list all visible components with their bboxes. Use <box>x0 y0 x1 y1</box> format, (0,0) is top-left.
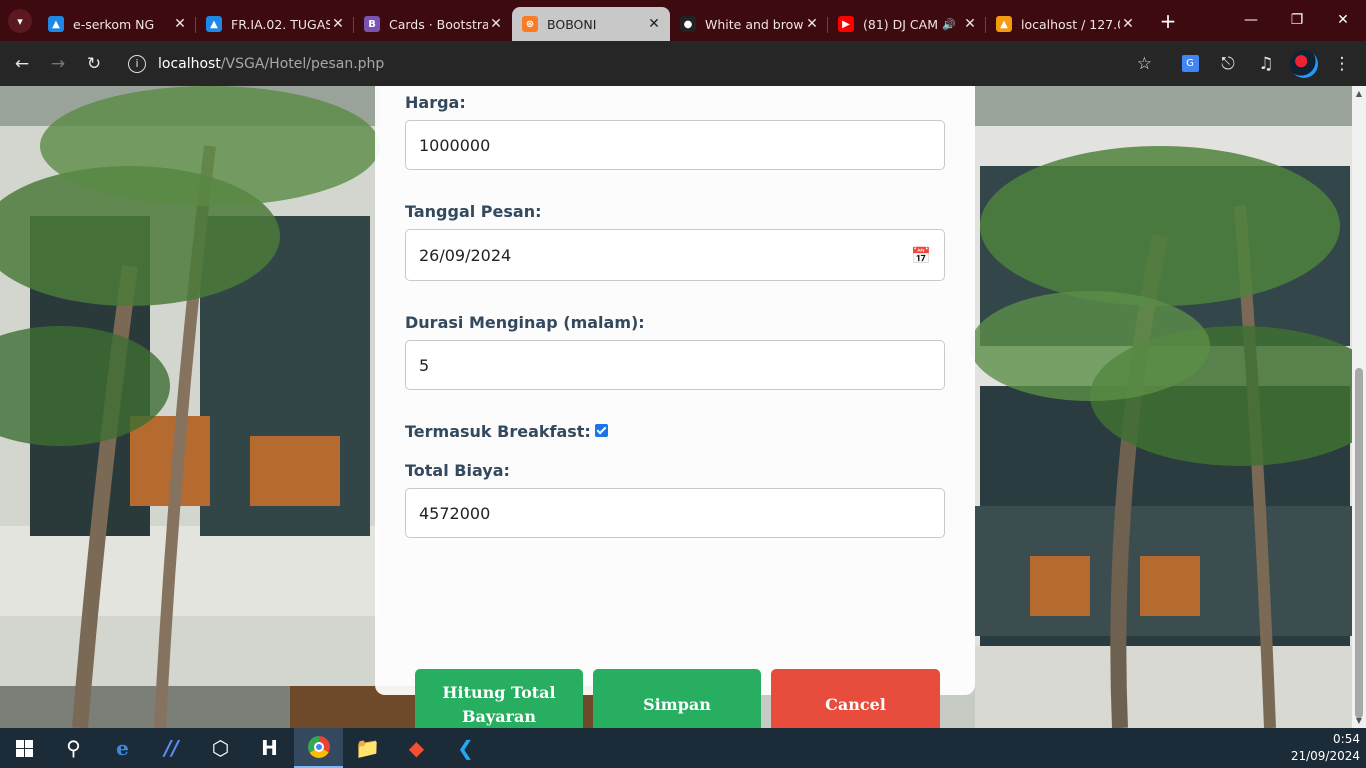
cube-app-icon[interactable]: ⬡ <box>196 728 245 768</box>
tab-title: e-serkom NG <box>73 16 155 32</box>
calendar-icon[interactable]: 📅 <box>911 246 931 265</box>
forward-arrow-icon[interactable]: → <box>40 46 76 82</box>
tab-fr-ia02[interactable]: ▲ FR.IA.02. TUGAS ✕ <box>196 7 354 41</box>
chrome-icon[interactable] <box>294 728 343 768</box>
menu-kebab-icon[interactable]: ⋮ <box>1324 46 1360 82</box>
tab-boboni[interactable]: ⊛ BOBONI ✕ <box>512 7 670 41</box>
reload-icon[interactable]: ↻ <box>76 46 112 82</box>
scrollbar-thumb[interactable] <box>1355 368 1363 718</box>
phpmyadmin-icon: ▲ <box>996 16 1012 32</box>
bookmark-star-icon[interactable]: ☆ <box>1137 54 1152 74</box>
xampp-icon: ⊛ <box>522 16 538 32</box>
window-controls: — ❐ ✕ <box>1228 0 1366 40</box>
media-control-icon[interactable]: ♫ <box>1248 46 1284 82</box>
bootstrap-icon: B <box>364 16 380 32</box>
windows-start-icon[interactable] <box>0 728 49 768</box>
close-icon[interactable]: ✕ <box>488 16 504 32</box>
url-host: localhost <box>158 55 221 72</box>
clock-date: 21/09/2024 <box>1290 749 1360 763</box>
new-tab-button[interactable]: + <box>1154 7 1182 35</box>
scroll-up-arrow-icon[interactable]: ▲ <box>1354 89 1364 98</box>
harga-field[interactable]: 1000000 <box>405 120 945 170</box>
slash-app-icon[interactable]: // <box>147 728 196 768</box>
site-info-icon[interactable]: i <box>128 54 146 73</box>
simpan-label: Simpan <box>643 695 711 714</box>
tab-canva[interactable]: ● White and brow ✕ <box>670 7 828 41</box>
tab-title: (81) DJ CAM <box>863 16 938 32</box>
tab-strip: ▾ ▲ e-serkom NG ✕ ▲ FR.IA.02. TUGAS ✕ B … <box>0 0 1366 41</box>
cancel-button[interactable]: Cancel <box>771 669 940 728</box>
speaker-icon[interactable]: 🔊 <box>942 18 956 31</box>
h-app-icon[interactable]: H <box>245 728 294 768</box>
close-icon[interactable]: ✕ <box>1120 16 1136 32</box>
close-icon[interactable]: ✕ <box>804 16 820 32</box>
cancel-label: Cancel <box>825 695 886 714</box>
google-translate-icon[interactable]: G <box>1172 46 1208 82</box>
scroll-down-arrow-icon[interactable]: ▼ <box>1354 716 1364 725</box>
clock-time: 0:54 <box>1333 732 1360 746</box>
profile-avatar[interactable] <box>1286 46 1322 82</box>
url-path: /VSGA/Hotel/pesan.php <box>220 55 385 72</box>
harga-value: 1000000 <box>419 135 491 155</box>
tab-title: localhost / 127.0 <box>1021 16 1120 32</box>
tab-phpmyadmin[interactable]: ▲ localhost / 127.0 ✕ <box>986 7 1144 41</box>
windows-taskbar: ⚲ e // ⬡ H 📁 ◆ ❮ 0:54 21/09/2024 <box>0 728 1366 768</box>
tab-title: Cards · Bootstrap <box>389 16 488 32</box>
restore-icon[interactable]: ❐ <box>1274 0 1320 40</box>
git-icon[interactable]: ◆ <box>392 728 441 768</box>
durasi-label: Durasi Menginap (malam): <box>405 313 645 332</box>
harga-label: Harga: <box>405 93 466 112</box>
tanggal-pesan-field[interactable]: 26/09/2024 📅 <box>405 229 945 281</box>
close-icon[interactable]: ✕ <box>330 16 346 32</box>
breakfast-label: Termasuk Breakfast: <box>405 422 591 441</box>
vscode-icon[interactable]: ❮ <box>441 728 490 768</box>
tab-search-button[interactable]: ▾ <box>8 9 32 33</box>
page-background: Harga: 1000000 Tanggal Pesan: 26/09/2024… <box>0 86 1352 728</box>
hitung-total-button[interactable]: Hitung Total Bayaran <box>415 669 583 728</box>
total-biaya-field[interactable]: 4572000 <box>405 488 945 538</box>
system-clock[interactable]: 0:54 21/09/2024 <box>1291 731 1360 765</box>
address-bar[interactable]: i localhost/VSGA/Hotel/pesan.php ☆ <box>116 46 1164 81</box>
close-icon[interactable]: ✕ <box>646 16 662 32</box>
close-window-icon[interactable]: ✕ <box>1320 0 1366 40</box>
tab-title: BOBONI <box>547 16 597 32</box>
total-biaya-label: Total Biaya: <box>405 461 510 480</box>
hitung-total-line1: Hitung Total <box>442 683 556 702</box>
simpan-button[interactable]: Simpan <box>593 669 761 728</box>
internet-explorer-icon[interactable]: e <box>98 728 147 768</box>
durasi-field[interactable]: 5 <box>405 340 945 390</box>
youtube-icon: ▶ <box>838 16 854 32</box>
close-icon[interactable]: ✕ <box>172 16 188 32</box>
tab-youtube[interactable]: ▶ (81) DJ CAM 🔊 ✕ <box>828 7 986 41</box>
file-explorer-icon[interactable]: 📁 <box>343 728 392 768</box>
booking-form-card: Harga: 1000000 Tanggal Pesan: 26/09/2024… <box>375 86 975 728</box>
tab-bootstrap[interactable]: B Cards · Bootstrap ✕ <box>354 7 512 41</box>
durasi-value: 5 <box>419 355 430 375</box>
breakfast-row: Termasuk Breakfast: <box>405 422 608 441</box>
close-icon[interactable]: ✕ <box>962 16 978 32</box>
breakfast-checkbox[interactable] <box>594 424 608 437</box>
tab-title: FR.IA.02. TUGAS <box>231 16 330 32</box>
search-icon[interactable]: ⚲ <box>49 728 98 768</box>
tanggal-pesan-label: Tanggal Pesan: <box>405 202 542 221</box>
tab-e-serkom[interactable]: ▲ e-serkom NG ✕ <box>38 7 196 41</box>
back-arrow-icon[interactable]: ← <box>4 46 40 82</box>
page-scrollbar[interactable]: ▲ ▼ <box>1352 86 1366 728</box>
blue-triangle-icon: ▲ <box>48 16 64 32</box>
canva-icon: ● <box>680 16 696 32</box>
extensions-puzzle-icon[interactable]: ⎋ <box>1210 46 1246 82</box>
minimize-icon[interactable]: — <box>1228 0 1274 40</box>
blue-triangle-icon: ▲ <box>206 16 222 32</box>
total-biaya-value: 4572000 <box>419 503 491 523</box>
hitung-total-line2: Bayaran <box>462 707 536 726</box>
browser-toolbar: ← → ↻ i localhost/VSGA/Hotel/pesan.php ☆… <box>0 41 1366 86</box>
tab-title: White and brow <box>705 16 804 32</box>
tanggal-pesan-value: 26/09/2024 <box>419 245 512 265</box>
